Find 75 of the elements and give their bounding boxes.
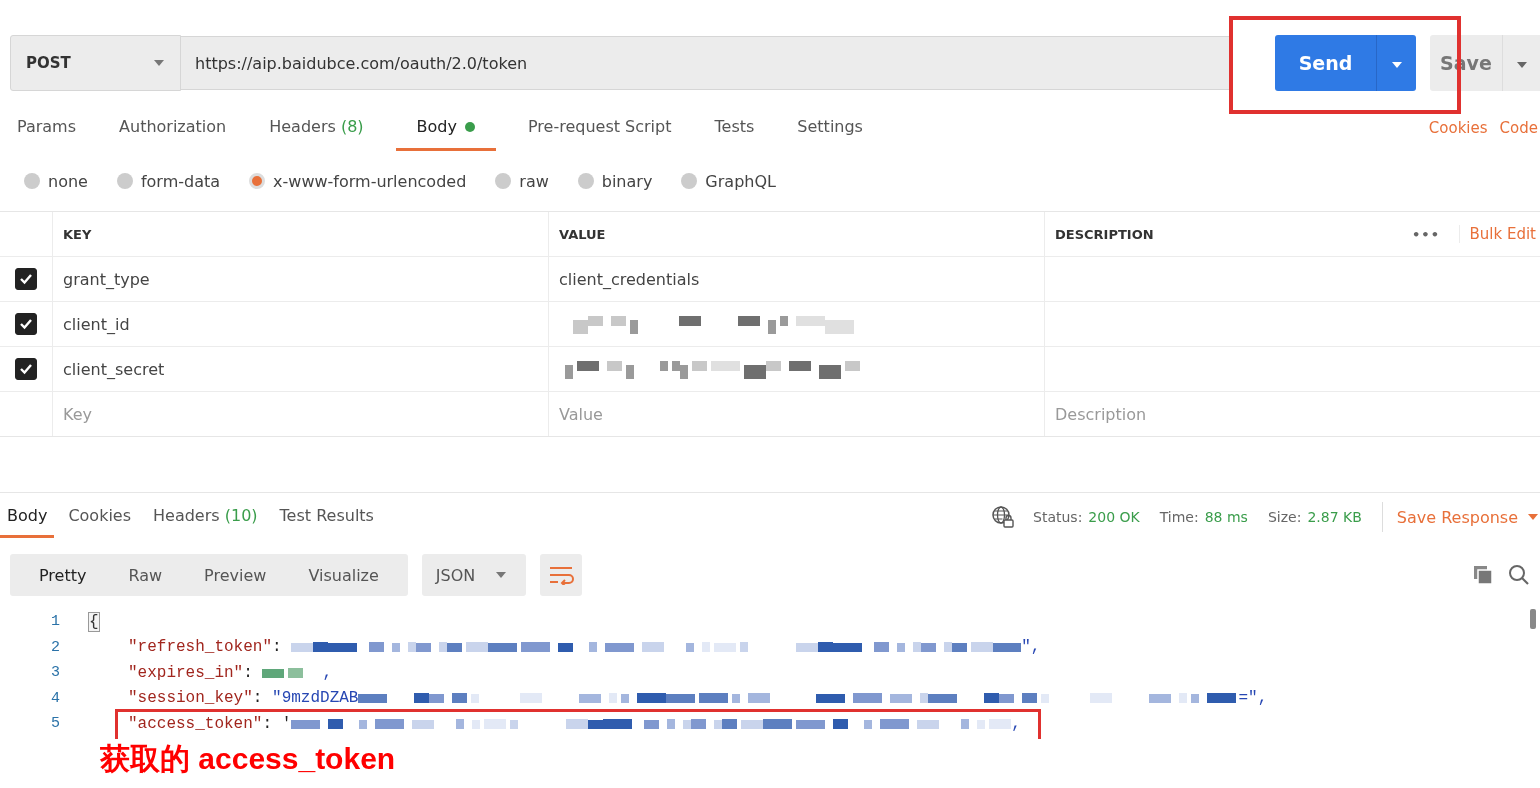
json-key: "access_token" (128, 714, 263, 733)
json-key: "expires_in" (128, 663, 244, 682)
request-tab[interactable]: Tests (703, 105, 766, 151)
send-button[interactable]: Send (1275, 35, 1376, 91)
status-value: 200 OK (1088, 509, 1140, 525)
caret-icon (1391, 61, 1402, 68)
column-header: VALUE (559, 226, 606, 242)
code-text: , (322, 663, 333, 682)
response-tab[interactable]: Headers (10) (145, 496, 266, 538)
checkbox[interactable] (15, 358, 37, 380)
line-number: 3 (50, 664, 60, 682)
json-key: "session_key" (128, 689, 253, 708)
radio-option[interactable]: none (24, 171, 88, 191)
code-text: : ' (262, 714, 292, 733)
response-tab[interactable]: Body (0, 496, 55, 538)
format-dropdown[interactable]: JSON (421, 554, 526, 596)
table-cell: client_credentials (559, 269, 700, 289)
check-icon (19, 318, 33, 330)
wrap-lines-button[interactable] (539, 554, 582, 596)
code-text: , (1011, 714, 1021, 733)
radio-option[interactable]: form-data (116, 171, 221, 191)
request-tab[interactable]: Authorization (108, 105, 238, 151)
check-icon (19, 273, 33, 285)
radio-option[interactable]: raw (495, 171, 549, 191)
request-tab[interactable]: Pre-request Script (516, 105, 683, 151)
code-text: : (252, 689, 264, 708)
line-number: 5 (50, 715, 60, 733)
time-value: 88 ms (1204, 509, 1248, 525)
radio-option[interactable]: x-www-form-urlencoded (249, 171, 467, 191)
caret-icon[interactable] (1528, 514, 1538, 520)
line-number: 2 (50, 638, 60, 656)
copy-icon[interactable] (1472, 564, 1494, 586)
method-dropdown[interactable]: POST (10, 35, 181, 91)
request-tab[interactable]: Body (395, 105, 496, 151)
annotation-caption: 获取的 access_token (100, 741, 397, 777)
search-icon[interactable] (1508, 564, 1530, 586)
code-text: =", (1238, 689, 1268, 708)
more-button[interactable]: ••• (1412, 226, 1440, 242)
json-string: "9mzdDZAB (272, 689, 359, 708)
radio-option[interactable]: binary (577, 171, 653, 191)
time-label: Time: (1159, 509, 1199, 525)
code-text: : (272, 638, 283, 657)
status-label: Status: (1033, 509, 1083, 525)
request-tab[interactable]: Settings (786, 105, 874, 151)
line-number: 4 (50, 689, 60, 707)
request-tab[interactable]: Params (6, 105, 88, 151)
view-mode-tab[interactable]: Visualize (287, 554, 400, 596)
size-label: Size: (1267, 509, 1302, 525)
view-mode-tab[interactable]: Preview (183, 554, 288, 596)
line-number: 1 (50, 613, 60, 631)
view-mode-tab[interactable]: Pretty (18, 554, 108, 596)
size-value: 2.87 KB (1307, 509, 1362, 525)
table-cell: client_id (63, 314, 130, 334)
table-cell: grant_type (63, 269, 150, 289)
response-tab[interactable]: Test Results (271, 496, 382, 538)
caret-icon (1516, 61, 1527, 68)
globe-lock-icon[interactable] (991, 505, 1015, 529)
code-text: ", (1021, 638, 1041, 657)
view-mode-tab[interactable]: Raw (107, 554, 184, 596)
radio-option[interactable]: GraphQL (681, 171, 776, 191)
check-icon (19, 363, 33, 375)
table-cell: client_secret (63, 359, 165, 379)
response-tab[interactable]: Cookies (60, 496, 140, 538)
caret-icon (495, 572, 506, 578)
json-key: "refresh_token" (128, 638, 273, 657)
checkbox[interactable] (15, 268, 37, 290)
request-tab[interactable]: Headers (8) (258, 105, 375, 151)
code-text: : (243, 663, 254, 682)
column-header: KEY (63, 226, 92, 242)
caret-icon (154, 60, 164, 66)
scrollbar-thumb[interactable] (1530, 609, 1536, 629)
wrap-lines-icon (547, 565, 574, 585)
checkbox[interactable] (15, 313, 37, 335)
code-text: { (88, 611, 100, 632)
column-header: DESCRIPTION (1055, 226, 1154, 242)
